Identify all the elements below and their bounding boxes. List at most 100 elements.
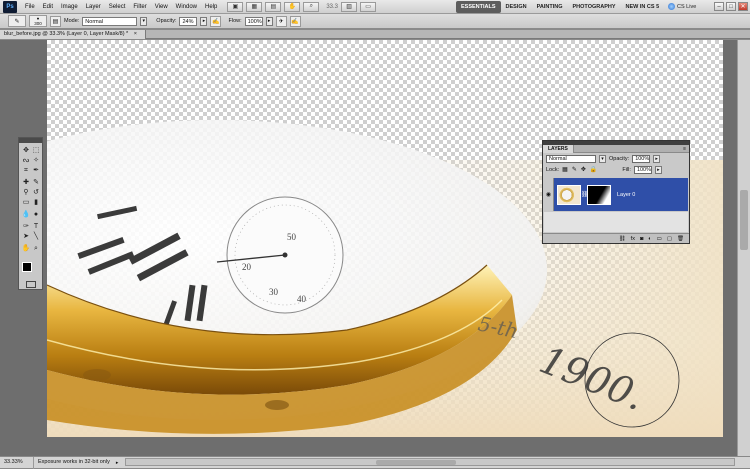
horizontal-scrollbar[interactable] (125, 458, 735, 466)
layer-row[interactable]: ◉ ⛓ Layer 0 (544, 178, 688, 211)
status-zoom[interactable]: 33.33% (0, 456, 34, 469)
lock-position-icon[interactable]: ✥ (581, 166, 586, 173)
adjustment-icon[interactable]: ◐ (648, 236, 651, 242)
flow-label: Flow: (228, 18, 242, 24)
menu-help[interactable]: Help (201, 4, 221, 10)
gradient-tool-icon[interactable]: ▮ (31, 198, 41, 207)
flow-slider-icon[interactable]: ▸ (265, 16, 273, 26)
mode-select[interactable]: Normal (82, 16, 138, 26)
trash-icon[interactable]: 🗑 (677, 236, 684, 242)
quick-mask-icon[interactable] (26, 281, 36, 288)
type-tool-icon[interactable]: T (31, 222, 41, 231)
mode-dropdown-icon[interactable]: ▾ (140, 16, 148, 26)
menu-edit[interactable]: Edit (39, 4, 57, 10)
menu-image[interactable]: Image (57, 4, 82, 10)
workspace-essentials[interactable]: ESSENTIALS (456, 1, 501, 13)
menu-file[interactable]: File (21, 4, 39, 10)
eraser-tool-icon[interactable]: ▭ (21, 198, 31, 207)
layers-tab[interactable]: LAYERS (543, 145, 574, 153)
document-tab-bar: blur_before.jpg @ 33.3% (Layer 0, Layer … (0, 30, 750, 39)
mini-bridge-icon[interactable]: ▦ (246, 1, 263, 12)
pressure-opacity-icon[interactable]: ✍ (210, 15, 222, 27)
tool-preset-picker[interactable]: ✎ (8, 15, 26, 27)
extras-icon[interactable]: ▤ (265, 1, 282, 12)
shape-tool-icon[interactable]: ╲ (31, 232, 41, 241)
layer-thumbnail[interactable] (557, 184, 581, 205)
screen-mode-icon[interactable]: ▭ (360, 1, 377, 12)
workspace-painting[interactable]: PAINTING (532, 1, 568, 13)
folder-icon[interactable]: ▭ (657, 236, 662, 242)
brush-tool-icon[interactable]: ✎ (31, 178, 41, 187)
maximize-button[interactable]: □ (726, 2, 736, 11)
brush-preset-picker[interactable]: ● 300 (29, 15, 47, 27)
svg-text:40: 40 (297, 294, 307, 304)
status-menu-icon[interactable]: ▸ (114, 460, 121, 466)
vertical-scroll-thumb[interactable] (740, 190, 748, 250)
arrange-documents-icon[interactable]: ▥ (341, 1, 358, 12)
layer-opacity-label: Opacity: (609, 155, 630, 162)
document-tab[interactable]: blur_before.jpg @ 33.3% (Layer 0, Layer … (0, 30, 146, 39)
history-brush-tool-icon[interactable]: ↺ (31, 188, 41, 197)
airbrush-icon[interactable]: ✈ (275, 15, 287, 27)
hand-tool-icon[interactable]: ✋ (284, 1, 301, 12)
visibility-eye-icon[interactable]: ◉ (544, 178, 554, 211)
blend-mode-dropdown-icon[interactable]: ▾ (599, 154, 606, 163)
eyedropper-tool-icon[interactable]: ✒ (31, 166, 41, 175)
marquee-tool-icon[interactable]: ⬚ (31, 146, 41, 155)
hand-tool-icon[interactable]: ✋ (21, 244, 31, 253)
move-tool-icon[interactable]: ✥ (21, 146, 31, 155)
cs-live-button[interactable]: CS Live (668, 3, 696, 10)
fx-icon[interactable]: fx (631, 236, 635, 242)
zoom-tool-icon[interactable]: ⌕ (303, 1, 320, 12)
layer-opacity-input[interactable]: 100% (632, 154, 651, 163)
layer-opacity-slider-icon[interactable]: ▸ (653, 154, 661, 163)
fill-slider-icon[interactable]: ▸ (654, 165, 662, 174)
link-icon[interactable]: ⛓ (619, 236, 626, 242)
lock-all-icon[interactable]: 🔒 (590, 166, 597, 173)
zoom-level-field[interactable]: 33.3 (326, 4, 338, 10)
menu-view[interactable]: View (151, 4, 172, 10)
blur-tool-icon[interactable]: 💧 (21, 210, 31, 219)
menu-filter[interactable]: Filter (129, 4, 150, 10)
opacity-slider-icon[interactable]: ▸ (200, 16, 208, 26)
lock-pixels-icon[interactable]: ✎ (572, 166, 577, 173)
blend-mode-select[interactable]: Normal (546, 154, 596, 163)
mask-icon[interactable]: ◙ (640, 236, 643, 242)
minimize-button[interactable]: – (714, 2, 724, 11)
menu-layer[interactable]: Layer (82, 4, 105, 10)
pen-tool-icon[interactable]: ✑ (21, 222, 31, 231)
window-controls: – □ ✕ (714, 2, 748, 11)
close-tab-icon[interactable]: × (134, 31, 137, 37)
workspace-photography[interactable]: PHOTOGRAPHY (568, 1, 621, 13)
foreground-color-swatch[interactable] (22, 262, 32, 272)
menu-select[interactable]: Select (105, 4, 130, 10)
quick-select-tool-icon[interactable]: ✧ (31, 156, 41, 165)
close-button[interactable]: ✕ (738, 2, 748, 11)
fill-input[interactable]: 100% (633, 165, 652, 174)
layer-name[interactable]: Layer 0 (617, 192, 635, 198)
flow-input[interactable]: 100% (244, 16, 263, 26)
dodge-tool-icon[interactable]: ● (31, 210, 41, 219)
workspace-new-in-cs5[interactable]: NEW IN CS 5 (621, 1, 665, 13)
lock-transparency-icon[interactable]: ▦ (562, 166, 568, 173)
tools-panel-header[interactable] (19, 138, 42, 143)
crop-tool-icon[interactable]: ⌗ (21, 166, 31, 175)
opacity-input[interactable]: 24% (179, 16, 198, 26)
menu-bar: Ps File Edit Image Layer Select Filter V… (0, 0, 750, 14)
lasso-tool-icon[interactable]: ᔓ (21, 156, 31, 165)
vertical-scrollbar[interactable] (737, 40, 750, 456)
workspace-design[interactable]: DESIGN (501, 1, 532, 13)
brush-panel-toggle-icon[interactable]: ▤ (50, 15, 61, 27)
bridge-icon[interactable]: ▣ (227, 1, 244, 12)
panel-menu-icon[interactable]: ≡ (683, 145, 686, 153)
new-layer-icon[interactable]: ▢ (667, 236, 672, 242)
path-select-tool-icon[interactable]: ➤ (21, 232, 31, 241)
horizontal-scroll-thumb[interactable] (376, 460, 456, 465)
pressure-size-icon[interactable]: ✍ (289, 15, 301, 27)
cs-live-label: CS Live (677, 3, 697, 10)
clone-stamp-tool-icon[interactable]: ⚲ (21, 188, 31, 197)
healing-brush-tool-icon[interactable]: ✚ (21, 178, 31, 187)
layer-mask-thumbnail[interactable] (587, 184, 611, 205)
menu-window[interactable]: Window (172, 4, 201, 10)
zoom-tool-icon[interactable]: ⌕ (31, 244, 41, 253)
